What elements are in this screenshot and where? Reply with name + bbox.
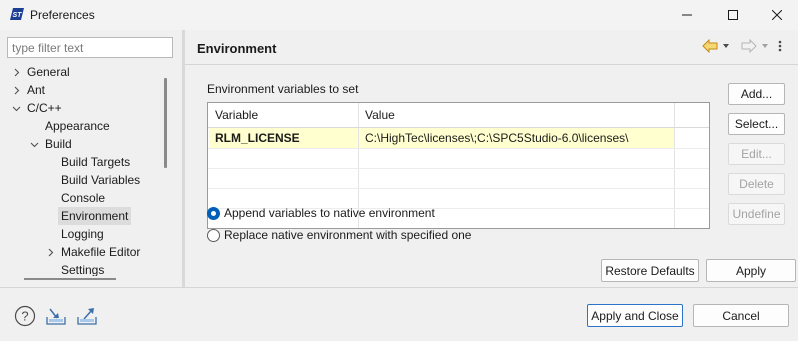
radio-replace-label: Replace native environment with specifie… bbox=[224, 228, 472, 242]
tree-item[interactable]: Makefile Editor bbox=[7, 243, 159, 261]
column-separator bbox=[674, 103, 675, 228]
restore-defaults-button[interactable]: Restore Defaults bbox=[601, 259, 699, 282]
svg-text:ST: ST bbox=[13, 12, 23, 19]
edit-button[interactable]: Edit... bbox=[728, 143, 785, 165]
tree-item-label: Console bbox=[61, 191, 106, 205]
st-logo-icon: ST bbox=[10, 8, 24, 20]
tree-item[interactable]: Build Variables bbox=[7, 171, 159, 189]
select-button[interactable]: Select... bbox=[728, 113, 785, 135]
tree-item-label: Logging bbox=[61, 227, 104, 241]
table-cell-value[interactable]: C:\HighTec\licenses\;C:\SPC5Studio-6.0\l… bbox=[358, 128, 674, 148]
radio-append-native[interactable]: Append variables to native environment bbox=[207, 206, 435, 220]
chevron-right-icon[interactable] bbox=[11, 63, 21, 81]
tree-item[interactable]: Build Targets bbox=[7, 153, 159, 171]
dialog-footer: ? Apply and Close Cancel bbox=[0, 288, 798, 341]
tree-item-label: General bbox=[27, 65, 70, 79]
apply-button[interactable]: Apply bbox=[706, 259, 796, 282]
tree-item[interactable]: General bbox=[7, 63, 159, 81]
minimize-button[interactable] bbox=[664, 0, 710, 30]
row-divider bbox=[208, 188, 709, 189]
window-title: Preferences bbox=[30, 8, 95, 22]
radio-replace-native[interactable]: Replace native environment with specifie… bbox=[207, 228, 471, 242]
cancel-button[interactable]: Cancel bbox=[693, 304, 789, 327]
svg-text:?: ? bbox=[21, 309, 28, 324]
page-title: Environment bbox=[197, 41, 277, 56]
forward-arrow-icon[interactable] bbox=[741, 38, 757, 54]
maximize-icon bbox=[728, 10, 738, 20]
row-divider bbox=[208, 168, 709, 169]
tree-item[interactable]: Environment bbox=[7, 207, 159, 225]
preferences-tree: General Ant C/C++ Appearance Build Build Targ… bbox=[7, 63, 159, 276]
back-arrow-icon[interactable] bbox=[702, 38, 718, 54]
table-cell-variable[interactable]: RLM_LICENSE bbox=[208, 128, 358, 148]
tree-item[interactable]: Ant bbox=[7, 81, 159, 99]
tree-item[interactable]: Appearance bbox=[7, 117, 159, 135]
apply-and-close-button[interactable]: Apply and Close bbox=[587, 304, 683, 327]
add-button[interactable]: Add... bbox=[728, 83, 785, 105]
tree-item[interactable]: Build bbox=[7, 135, 159, 153]
tree-item-label: Environment bbox=[58, 207, 132, 225]
tree-vertical-scrollbar[interactable] bbox=[164, 78, 167, 168]
back-dropdown-icon[interactable] bbox=[721, 39, 731, 53]
tree-item-label: Makefile Editor bbox=[61, 245, 141, 259]
page-header: Environment bbox=[185, 30, 798, 65]
tree-item-label: Build Targets bbox=[61, 155, 131, 169]
filter-input[interactable] bbox=[7, 37, 173, 58]
title-bar: ST Preferences bbox=[0, 0, 798, 30]
tree-item-label: C/C++ bbox=[27, 101, 62, 115]
tree-item-label: Build Variables bbox=[61, 173, 141, 187]
tree-item-label: Ant bbox=[27, 83, 46, 97]
close-button[interactable] bbox=[756, 0, 798, 30]
import-icon[interactable] bbox=[45, 305, 67, 327]
view-menu-icon[interactable] bbox=[776, 39, 784, 53]
tree-item[interactable]: Logging bbox=[7, 225, 159, 243]
export-icon[interactable] bbox=[76, 305, 98, 327]
tree-item-label: Settings bbox=[61, 263, 105, 276]
radio-append-label: Append variables to native environment bbox=[224, 206, 435, 220]
tree-item-label: Appearance bbox=[45, 119, 110, 133]
tree-item[interactable]: Settings bbox=[7, 261, 159, 276]
preferences-navigation: General Ant C/C++ Appearance Build Build Targ… bbox=[0, 30, 182, 287]
chevron-right-icon[interactable] bbox=[11, 81, 21, 99]
column-header-value[interactable]: Value bbox=[358, 103, 674, 127]
column-header-variable[interactable]: Variable bbox=[208, 103, 358, 127]
chevron-down-icon[interactable] bbox=[29, 135, 39, 153]
forward-dropdown-icon[interactable] bbox=[760, 39, 770, 53]
tree-horizontal-scrollbar[interactable] bbox=[24, 278, 116, 280]
tree-item[interactable]: Console bbox=[7, 189, 159, 207]
radio-append-indicator[interactable] bbox=[207, 206, 220, 220]
row-divider bbox=[208, 148, 709, 149]
tree-item[interactable]: C/C++ bbox=[7, 99, 159, 117]
section-label: Environment variables to set bbox=[207, 82, 359, 96]
help-icon[interactable]: ? bbox=[14, 305, 36, 327]
chevron-down-icon[interactable] bbox=[11, 99, 21, 117]
environment-page: Environment Environment variables to set… bbox=[185, 30, 798, 287]
delete-button[interactable]: Delete bbox=[728, 173, 785, 195]
tree-item-label: Build bbox=[45, 137, 72, 151]
minimize-icon bbox=[682, 10, 692, 20]
maximize-button[interactable] bbox=[710, 0, 756, 30]
chevron-right-icon[interactable] bbox=[45, 243, 55, 261]
close-icon bbox=[772, 10, 782, 20]
undefine-button[interactable]: Undefine bbox=[728, 203, 785, 225]
page-navigation bbox=[702, 38, 784, 54]
radio-replace-indicator[interactable] bbox=[207, 228, 220, 242]
